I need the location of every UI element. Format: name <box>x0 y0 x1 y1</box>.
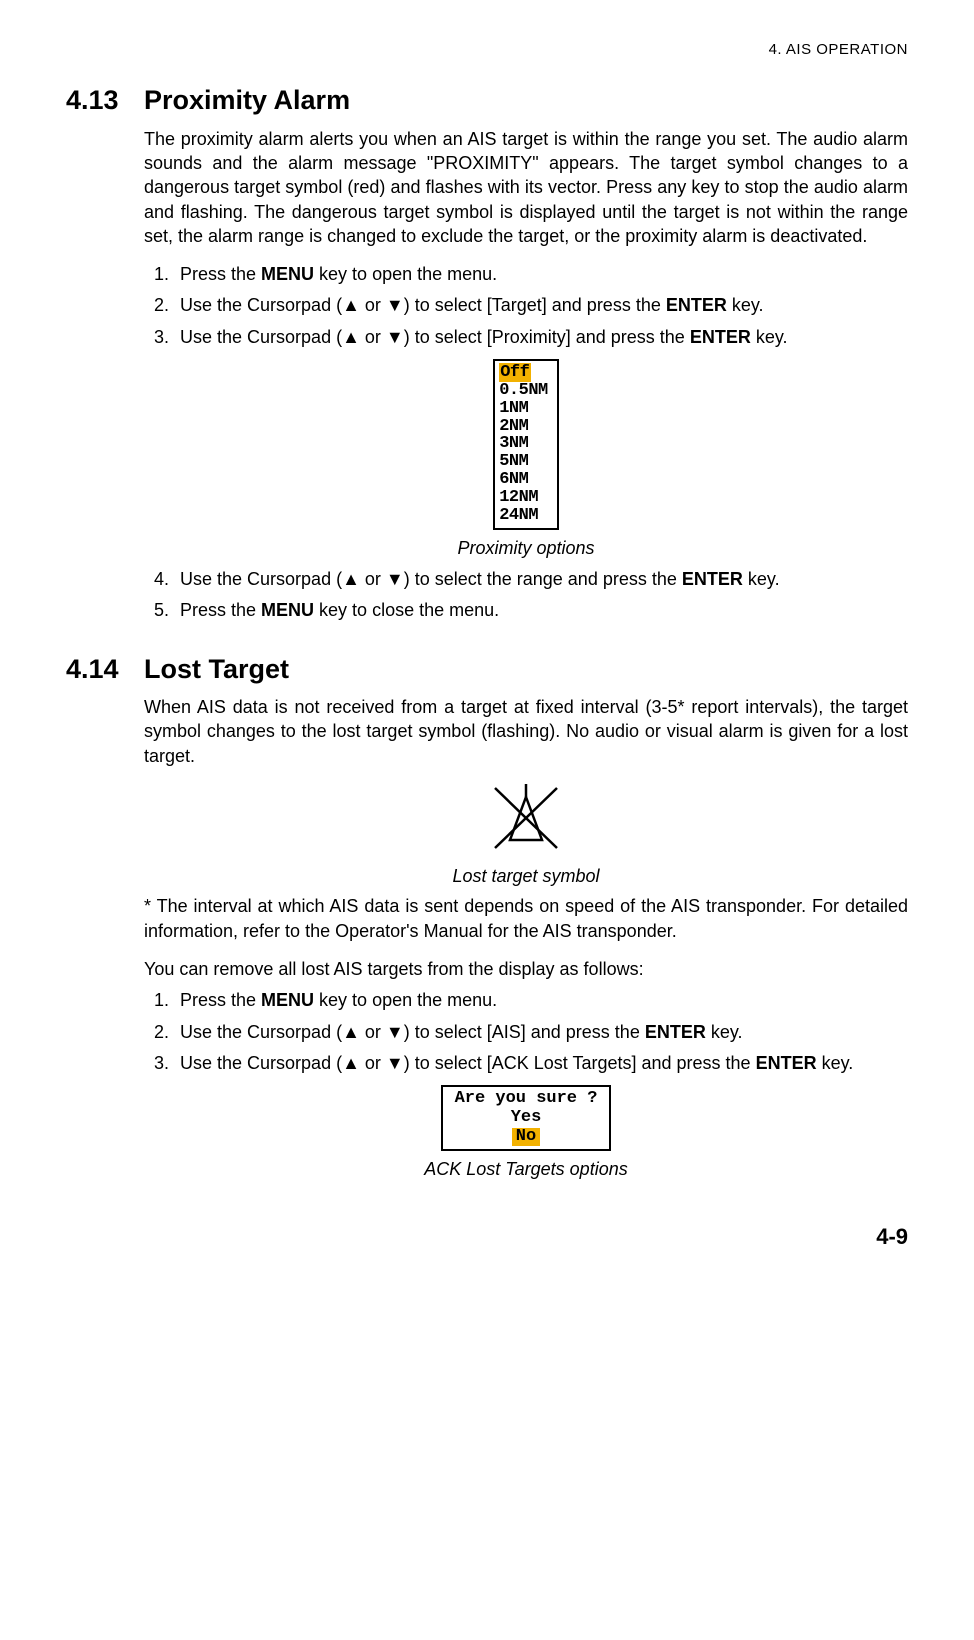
section-4-13-steps-cont: Use the Cursorpad (▲ or ▼) to select the… <box>144 567 908 623</box>
proximity-option: 12NM <box>498 489 554 507</box>
step-text: Use the Cursorpad (▲ or ▼) to select [Pr… <box>180 327 690 347</box>
step-text: key to open the menu. <box>314 990 497 1010</box>
proximity-option: 6NM <box>498 471 554 489</box>
section-4-14-paragraph-3: You can remove all lost AIS targets from… <box>144 957 908 981</box>
step-text: Press the <box>180 600 261 620</box>
section-4-13-heading: 4.13 Proximity Alarm <box>66 82 908 118</box>
step-text: Use the Cursorpad (▲ or ▼) to select the… <box>180 569 682 589</box>
step-text: key. <box>743 569 780 589</box>
lost-target-symbol-caption: Lost target symbol <box>144 864 908 888</box>
proximity-option: 24NM <box>498 507 554 525</box>
ack-lost-targets-caption: ACK Lost Targets options <box>144 1157 908 1181</box>
key-menu: MENU <box>261 990 314 1010</box>
section-title: Proximity Alarm <box>144 82 350 118</box>
section-4-14-steps: Press the MENU key to open the menu. Use… <box>144 988 908 1075</box>
ack-no-option: No <box>455 1128 598 1147</box>
key-menu: MENU <box>261 264 314 284</box>
proximity-options-caption: Proximity options <box>144 536 908 560</box>
proximity-option: 5NM <box>498 453 554 471</box>
section-title: Lost Target <box>144 651 289 687</box>
section-4-14-footnote: * The interval at which AIS data is sent… <box>144 894 908 943</box>
step-text: key to close the menu. <box>314 600 499 620</box>
selected-option: No <box>512 1128 540 1147</box>
proximity-option-off: Off <box>498 364 554 382</box>
lost-target-symbol-icon <box>485 782 567 858</box>
list-item: Press the MENU key to close the menu. <box>174 598 908 622</box>
proximity-options-box: Off 0.5NM 1NM 2NM 3NM 5NM 6NM 12NM 24NM <box>493 359 559 530</box>
step-text: Use the Cursorpad (▲ or ▼) to select [AC… <box>180 1053 756 1073</box>
section-number: 4.14 <box>66 651 144 687</box>
page-number: 4-9 <box>66 1222 908 1252</box>
section-number: 4.13 <box>66 82 144 118</box>
step-text: key. <box>751 327 788 347</box>
key-enter: ENTER <box>645 1022 706 1042</box>
key-enter: ENTER <box>690 327 751 347</box>
key-enter: ENTER <box>666 295 727 315</box>
proximity-option: 0.5NM <box>498 382 554 400</box>
step-text: key. <box>727 295 764 315</box>
step-text: Press the <box>180 264 261 284</box>
list-item: Use the Cursorpad (▲ or ▼) to select the… <box>174 567 908 591</box>
step-text: key to open the menu. <box>314 264 497 284</box>
step-text: Press the <box>180 990 261 1010</box>
proximity-option: 1NM <box>498 400 554 418</box>
ack-prompt: Are you sure ? <box>455 1090 598 1109</box>
list-item: Use the Cursorpad (▲ or ▼) to select [Pr… <box>174 325 908 349</box>
ack-lost-targets-box: Are you sure ? Yes No <box>441 1085 612 1151</box>
list-item: Press the MENU key to open the menu. <box>174 262 908 286</box>
section-4-13-steps: Press the MENU key to open the menu. Use… <box>144 262 908 349</box>
key-menu: MENU <box>261 600 314 620</box>
selected-option: Off <box>499 363 531 382</box>
step-text: Use the Cursorpad (▲ or ▼) to select [AI… <box>180 1022 645 1042</box>
ack-lost-targets-figure: Are you sure ? Yes No ACK Lost Targets o… <box>144 1085 908 1181</box>
key-enter: ENTER <box>756 1053 817 1073</box>
list-item: Use the Cursorpad (▲ or ▼) to select [AC… <box>174 1051 908 1075</box>
step-text: key. <box>817 1053 854 1073</box>
lost-target-symbol-figure: Lost target symbol <box>144 782 908 889</box>
list-item: Use the Cursorpad (▲ or ▼) to select [Ta… <box>174 293 908 317</box>
section-4-14-paragraph-1: When AIS data is not received from a tar… <box>144 695 908 768</box>
step-text: Use the Cursorpad (▲ or ▼) to select [Ta… <box>180 295 666 315</box>
proximity-option: 2NM <box>498 418 554 436</box>
list-item: Use the Cursorpad (▲ or ▼) to select [AI… <box>174 1020 908 1044</box>
key-enter: ENTER <box>682 569 743 589</box>
ack-yes-option: Yes <box>455 1109 598 1128</box>
proximity-option: 3NM <box>498 435 554 453</box>
proximity-options-figure: Off 0.5NM 1NM 2NM 3NM 5NM 6NM 12NM 24NM … <box>144 359 908 560</box>
list-item: Press the MENU key to open the menu. <box>174 988 908 1012</box>
step-text: key. <box>706 1022 743 1042</box>
section-4-13-paragraph: The proximity alarm alerts you when an A… <box>144 127 908 248</box>
page-header-chapter: 4. AIS OPERATION <box>66 40 908 60</box>
section-4-14-heading: 4.14 Lost Target <box>66 651 908 687</box>
